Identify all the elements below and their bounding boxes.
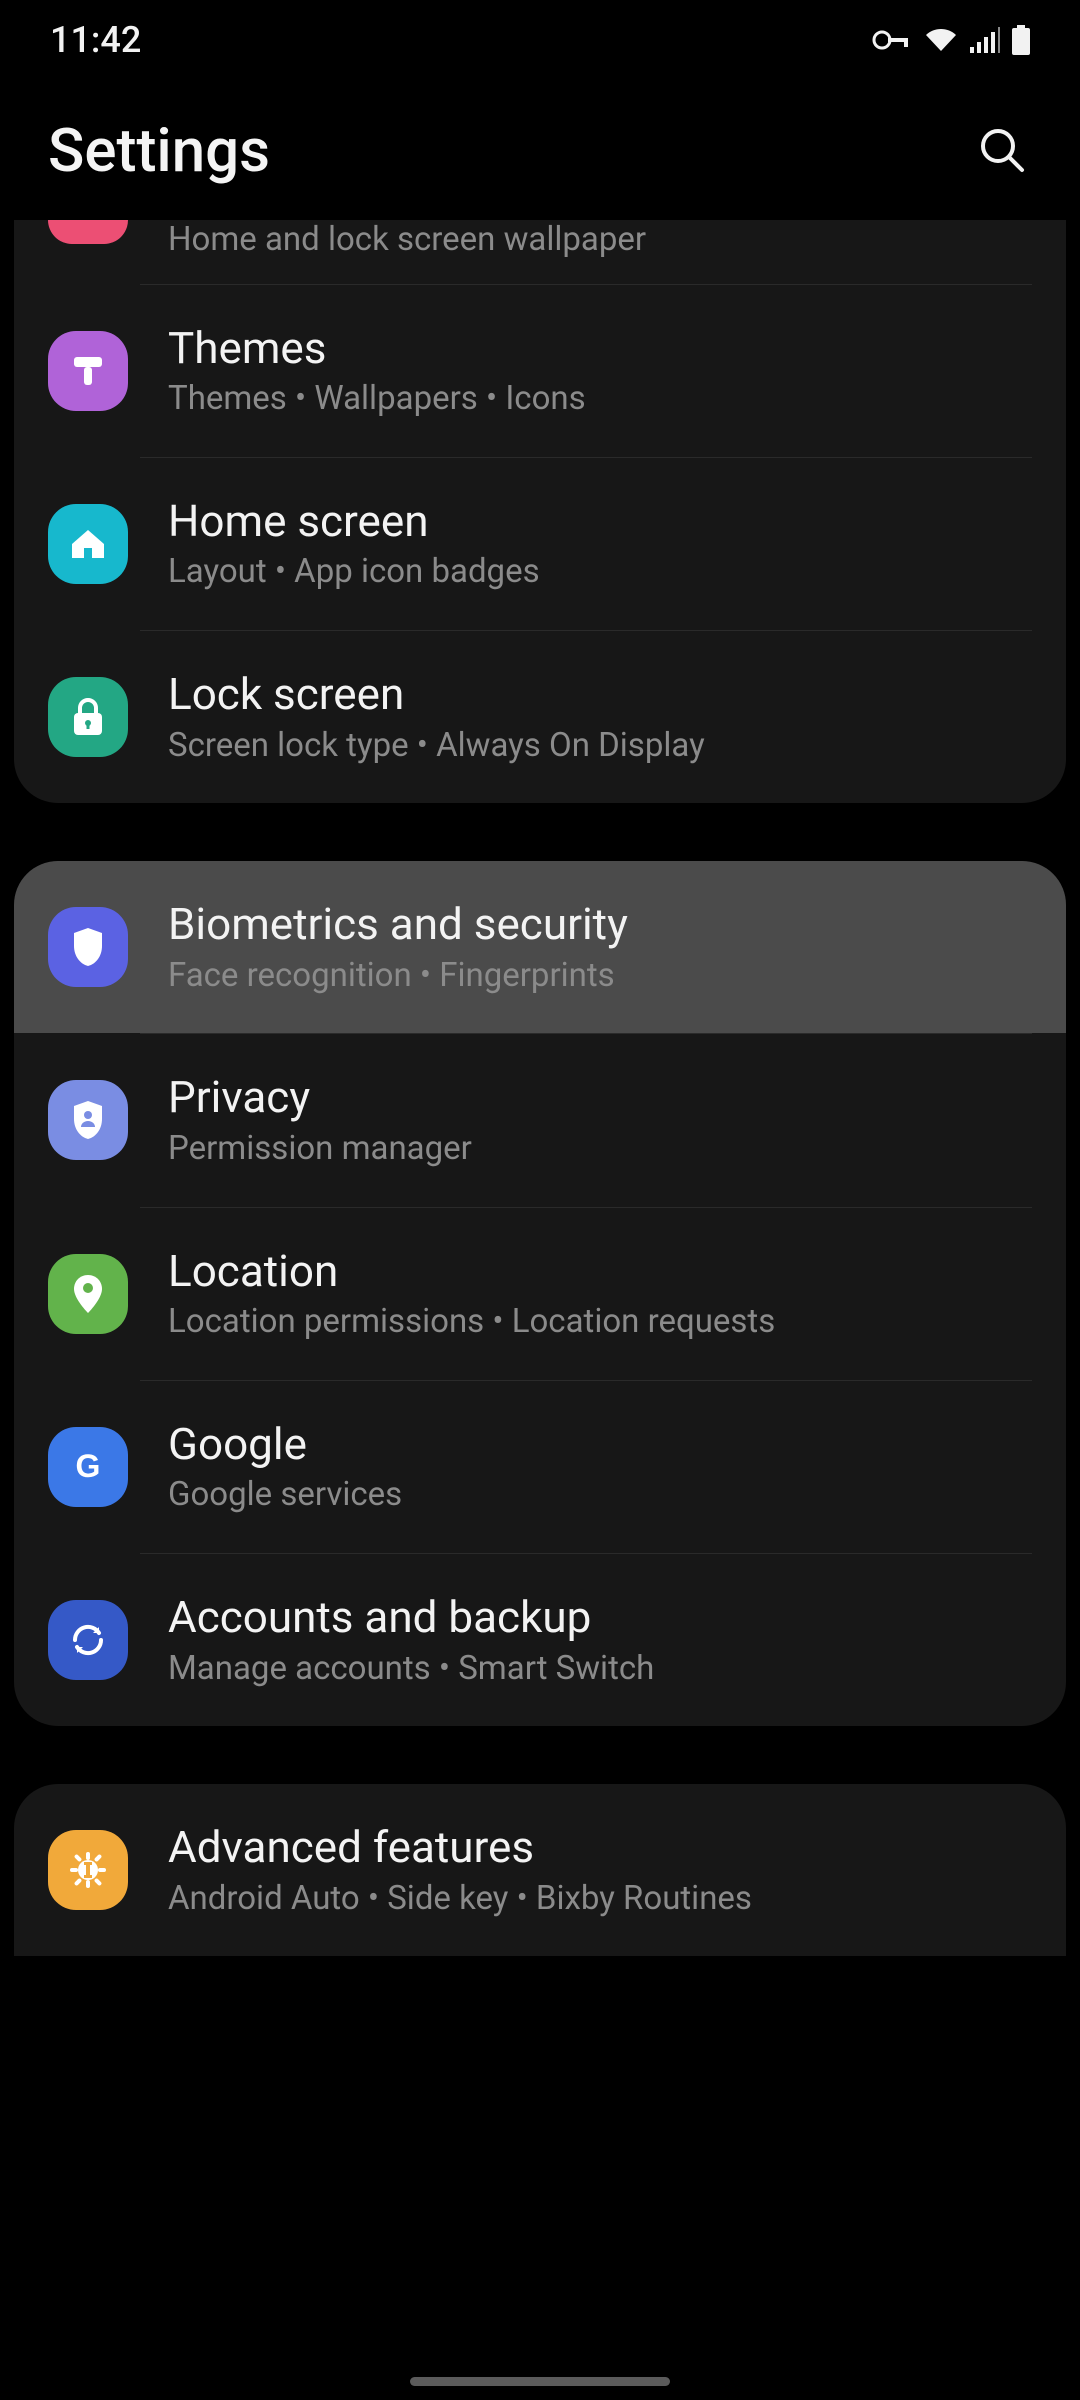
item-title: Biometrics and security (168, 899, 628, 950)
sync-icon (48, 1600, 128, 1680)
item-wallpaper[interactable]: Home and lock screen wallpaper (14, 220, 1066, 284)
status-bar: 11:42 (0, 0, 1080, 80)
location-pin-icon (48, 1254, 128, 1334)
item-subtitle: Permission manager (168, 1129, 472, 1169)
wifi-icon (924, 27, 958, 53)
item-location[interactable]: Location Location permissions • Location… (14, 1208, 1066, 1380)
item-subtitle: Location permissions • Location requests (168, 1302, 775, 1342)
item-subtitle: Screen lock type • Always On Display (168, 726, 705, 766)
item-title: Location (168, 1246, 775, 1297)
search-button[interactable] (972, 120, 1032, 180)
privacy-shield-icon (48, 1080, 128, 1160)
themes-icon (48, 331, 128, 411)
item-privacy[interactable]: Privacy Permission manager (14, 1034, 1066, 1206)
advanced-gear-icon (48, 1830, 128, 1910)
item-title: Home screen (168, 496, 540, 547)
app-header: Settings (0, 80, 1080, 220)
vpn-key-icon (872, 28, 912, 52)
item-accounts-backup[interactable]: Accounts and backup Manage accounts • Sm… (14, 1554, 1066, 1726)
search-icon (976, 124, 1028, 176)
item-title: Themes (168, 323, 586, 374)
signal-icon (970, 27, 1000, 53)
svg-text:G: G (76, 1448, 101, 1484)
status-icons (872, 25, 1030, 55)
item-subtitle: Home and lock screen wallpaper (168, 220, 646, 260)
home-indicator[interactable] (410, 2377, 670, 2386)
item-title: Accounts and backup (168, 1592, 654, 1643)
google-icon: G (48, 1427, 128, 1507)
settings-group-security: Biometrics and security Face recognition… (14, 861, 1066, 1726)
item-biometrics[interactable]: Biometrics and security Face recognition… (14, 861, 1066, 1033)
home-icon (48, 504, 128, 584)
status-time: 11:42 (50, 19, 141, 61)
shield-icon (48, 907, 128, 987)
battery-icon (1012, 25, 1030, 55)
item-lock-screen[interactable]: Lock screen Screen lock type • Always On… (14, 631, 1066, 803)
wallpaper-icon (48, 220, 128, 244)
item-subtitle: Face recognition • Fingerprints (168, 956, 628, 996)
item-subtitle: Themes • Wallpapers • Icons (168, 379, 586, 419)
page-title: Settings (48, 115, 270, 186)
item-subtitle: Android Auto • Side key • Bixby Routines (168, 1879, 752, 1919)
item-title: Advanced features (168, 1822, 752, 1873)
item-title: Privacy (168, 1072, 472, 1123)
item-title: Google (168, 1419, 402, 1470)
item-title: Lock screen (168, 669, 705, 720)
settings-group-display: Home and lock screen wallpaper Themes Th… (14, 220, 1066, 803)
item-home-screen[interactable]: Home screen Layout • App icon badges (14, 458, 1066, 630)
item-themes[interactable]: Themes Themes • Wallpapers • Icons (14, 285, 1066, 457)
lock-icon (48, 677, 128, 757)
item-advanced-features[interactable]: Advanced features Android Auto • Side ke… (14, 1784, 1066, 1956)
item-subtitle: Manage accounts • Smart Switch (168, 1649, 654, 1689)
settings-group-advanced: Advanced features Android Auto • Side ke… (14, 1784, 1066, 1956)
item-subtitle: Google services (168, 1475, 402, 1515)
item-google[interactable]: G Google Google services (14, 1381, 1066, 1553)
item-subtitle: Layout • App icon badges (168, 552, 540, 592)
